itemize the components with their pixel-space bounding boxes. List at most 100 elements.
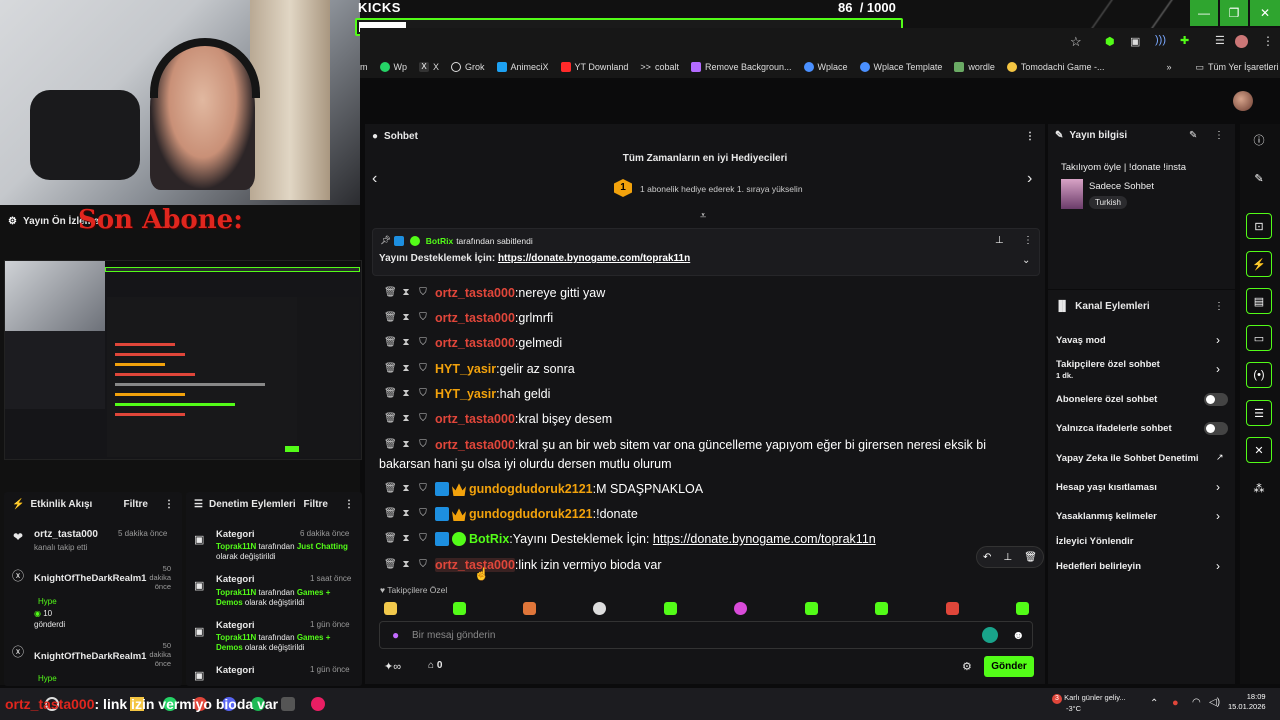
more-icon[interactable]: ⋮: [344, 499, 354, 510]
expand-chevron-icon[interactable]: ⌄: [1022, 255, 1030, 266]
tray-chevron-icon[interactable]: ⌃: [1150, 698, 1158, 709]
user-avatar[interactable]: [1233, 91, 1253, 111]
delete-icon[interactable]: 🗑︎: [384, 440, 397, 450]
emote-1[interactable]: [384, 602, 397, 615]
timeout-icon[interactable]: ⧗: [401, 440, 411, 450]
set-goals[interactable]: Hedefleri belirleyin: [1056, 561, 1141, 572]
emote-3[interactable]: [523, 602, 536, 615]
account-age-restriction[interactable]: Hesap yaşı kısıtlaması: [1056, 482, 1157, 493]
emote-5[interactable]: [664, 602, 677, 615]
chat-username[interactable]: HYT_yasir: [435, 362, 496, 376]
chat-username[interactable]: ortz_tasta000: [435, 286, 515, 300]
external-link-icon[interactable]: ↗: [1216, 452, 1224, 463]
chevron-right-icon[interactable]: ›: [1216, 559, 1220, 573]
ban-icon[interactable]: ⛉: [418, 509, 428, 519]
chat-points[interactable]: ⌂ 0: [428, 660, 442, 671]
minimize-button[interactable]: —: [1190, 0, 1218, 26]
ban-icon[interactable]: ⛉: [418, 534, 428, 544]
bookmark-removebg[interactable]: Remove Backgroun...: [690, 62, 792, 72]
whatsapp-emote-icon[interactable]: [982, 627, 998, 643]
volume-icon[interactable]: ◁): [1209, 697, 1220, 708]
reply-icon[interactable]: ↶: [983, 552, 991, 563]
mic-tray-icon[interactable]: ●: [1172, 697, 1179, 709]
emote-8[interactable]: [875, 602, 888, 615]
bookmark-wplace-template[interactable]: Wplace Template: [859, 62, 942, 72]
clipboard-icon[interactable]: ▤: [1246, 288, 1272, 314]
emote-6[interactable]: [734, 602, 747, 615]
chat-username[interactable]: ortz_tasta000: [435, 438, 515, 452]
chat-username[interactable]: gundogdudoruk2121: [469, 507, 593, 521]
profile-avatar[interactable]: [1235, 35, 1248, 48]
timeout-icon[interactable]: ⧗: [401, 288, 411, 298]
maximize-button[interactable]: ❐: [1220, 0, 1248, 26]
emote-2[interactable]: [453, 602, 466, 615]
ban-icon[interactable]: ⛉: [418, 484, 428, 494]
timeout-icon[interactable]: ⧗: [401, 560, 411, 570]
emote-7[interactable]: [805, 602, 818, 615]
chat-icon[interactable]: ▭: [1246, 325, 1272, 351]
puzzle-icon[interactable]: ✚: [1180, 34, 1189, 47]
app-icon-2[interactable]: [311, 697, 325, 711]
all-bookmarks[interactable]: ▭ Tüm Yer İşaretleri: [1195, 62, 1278, 73]
ban-icon[interactable]: ⛉: [418, 389, 428, 399]
ban-icon[interactable]: ⛉: [418, 364, 428, 374]
ban-icon[interactable]: ⛉: [418, 288, 428, 298]
chat-username[interactable]: ortz_tasta000: [435, 336, 515, 350]
chat-input[interactable]: ● Bir mesaj gönderin ☻: [379, 621, 1033, 649]
chevron-left-icon[interactable]: ‹: [372, 170, 377, 188]
edit-icon[interactable]: ✎: [1189, 130, 1197, 141]
moderation-filter-button[interactable]: Filtre: [304, 499, 328, 510]
timeout-icon[interactable]: ⧗: [401, 389, 411, 399]
emote-10[interactable]: [1016, 602, 1029, 615]
chevron-right-icon[interactable]: ›: [1216, 480, 1220, 494]
taskbar-clock[interactable]: 18:09 15.01.2026: [1228, 692, 1266, 712]
chat-username[interactable]: ortz_tasta000: [435, 412, 515, 426]
bookmark-animecix[interactable]: AnimeciX: [496, 62, 549, 72]
timeout-icon[interactable]: ⧗: [401, 338, 411, 348]
bookmark-cobalt[interactable]: >> cobalt: [640, 62, 679, 72]
bookmark-grok[interactable]: Grok: [451, 62, 485, 72]
chevron-right-icon[interactable]: ›: [1216, 333, 1220, 347]
ban-icon[interactable]: ⛉: [418, 560, 428, 570]
bookmark-tomodachi[interactable]: Tomodachi Game -...: [1006, 62, 1104, 72]
browser-menu-icon[interactable]: ⋮: [1262, 34, 1274, 48]
chat-username[interactable]: gundogdudoruk2121: [469, 482, 593, 496]
info-icon[interactable]: ⓘ: [1246, 127, 1272, 153]
bookmark-yt[interactable]: YT Downland: [560, 62, 628, 72]
mic-icon[interactable]: ●: [392, 628, 399, 642]
stream-info-more-icon[interactable]: ⋮: [1214, 130, 1224, 141]
chat-message-link[interactable]: https://donate.bynogame.com/toprak11n: [653, 532, 876, 546]
timeout-icon[interactable]: ⧗: [401, 484, 411, 494]
timeout-icon[interactable]: ⧗: [401, 313, 411, 323]
pinned-link[interactable]: https://donate.bynogame.com/toprak11n: [498, 253, 690, 264]
bookmark-x[interactable]: XX: [419, 62, 439, 72]
chat-settings-icon[interactable]: ⚙: [962, 660, 972, 673]
emote-only-toggle[interactable]: [1204, 422, 1228, 435]
followers-only-chat[interactable]: Takipçilere özel sohbet: [1056, 359, 1160, 370]
pencil-icon[interactable]: ✎: [1246, 165, 1272, 191]
delete-icon[interactable]: 🗑︎: [384, 364, 397, 374]
star-icon[interactable]: ☆: [1070, 34, 1082, 50]
emote-4[interactable]: [593, 602, 606, 615]
redirect-viewers[interactable]: İzleyici Yönlendir: [1056, 536, 1133, 547]
ai-moderation[interactable]: Yapay Zeka ile Sohbet Denetimi: [1056, 453, 1199, 464]
delete-message-icon[interactable]: 🗑︎: [1024, 552, 1037, 563]
emoji-icon[interactable]: ☻: [1012, 628, 1025, 642]
chevron-right-icon[interactable]: ›: [1216, 509, 1220, 523]
ban-icon[interactable]: ⛉: [418, 414, 428, 424]
weather-widget[interactable]: 3 Karlı günler geliy... -3°C: [1052, 693, 1126, 714]
ban-icon[interactable]: ⛉: [418, 338, 428, 348]
activity-filter-button[interactable]: Filtre: [124, 499, 148, 510]
shield-extension-icon[interactable]: ⬢: [1105, 35, 1115, 48]
ban-icon[interactable]: ⛉: [418, 313, 428, 323]
channel-actions-more-icon[interactable]: ⋮: [1214, 301, 1224, 312]
lightning-icon[interactable]: ⚡: [1246, 251, 1272, 277]
audio-extension-icon[interactable]: ))): [1155, 34, 1166, 46]
unpin-icon[interactable]: ⊥: [995, 235, 1004, 246]
timeout-icon[interactable]: ⧗: [401, 534, 411, 544]
delete-icon[interactable]: 🗑︎: [384, 414, 397, 424]
delete-icon[interactable]: 🗑︎: [384, 288, 397, 298]
broadcast-icon[interactable]: (•): [1246, 362, 1272, 388]
timeout-icon[interactable]: ⧗: [401, 509, 411, 519]
delete-icon[interactable]: 🗑︎: [384, 484, 397, 494]
